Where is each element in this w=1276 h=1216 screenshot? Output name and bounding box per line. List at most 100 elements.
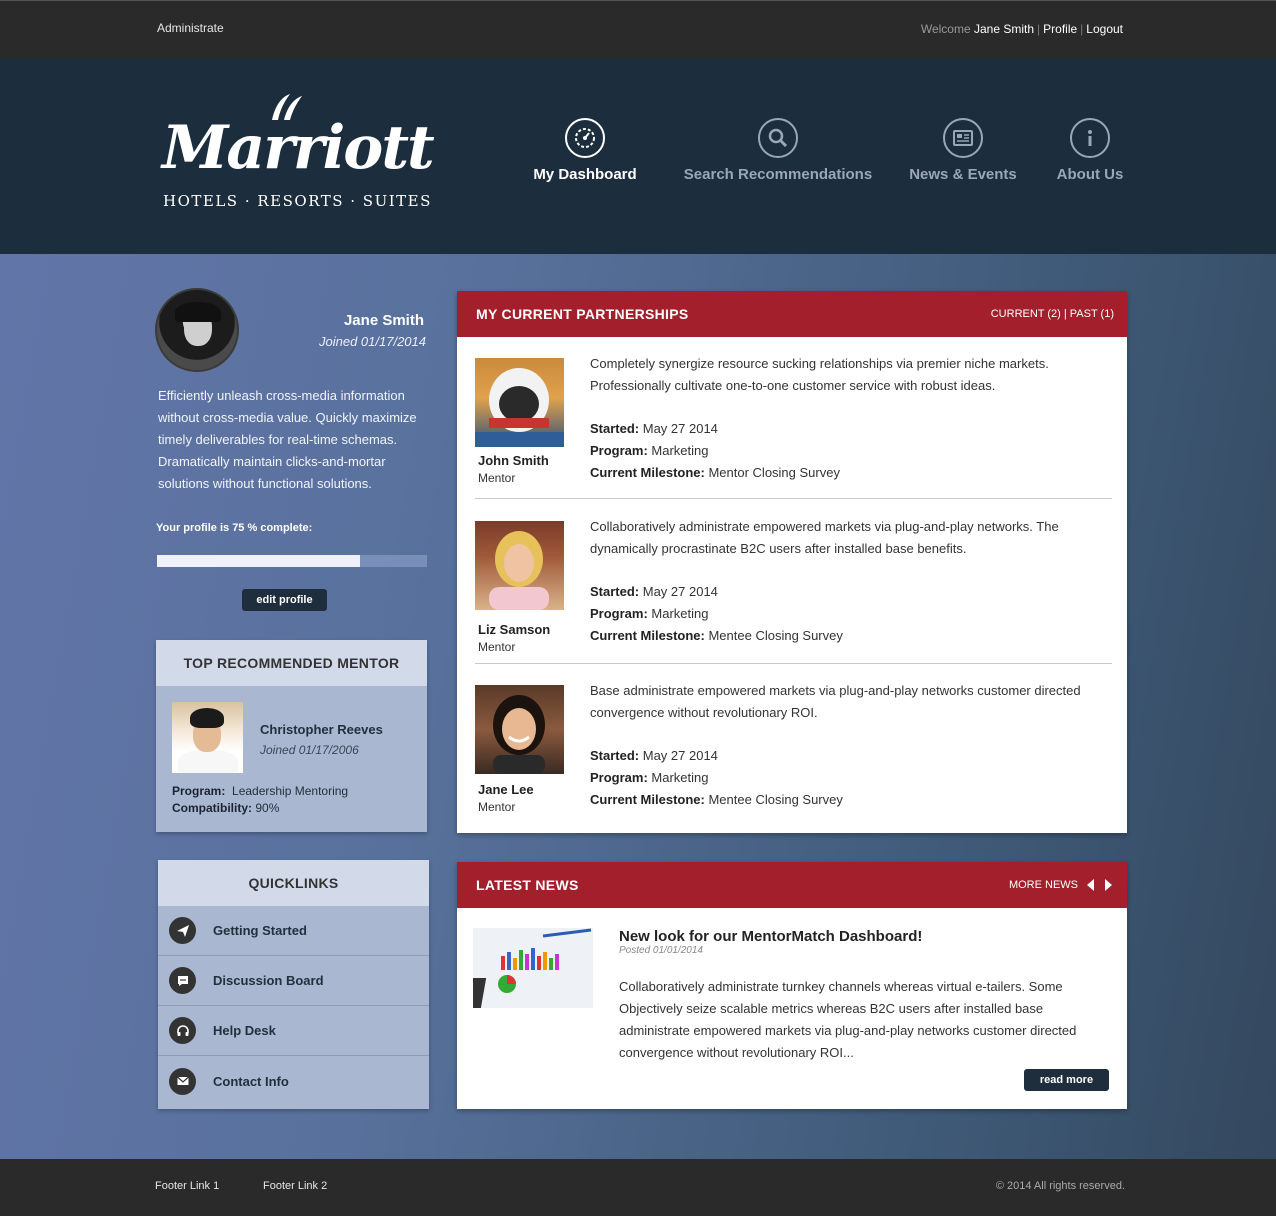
marriott-logo[interactable]: Marriott HOTELS · RESORTS · SUITES bbox=[162, 92, 435, 212]
administrate-link[interactable]: Administrate bbox=[157, 21, 224, 35]
program-value: Marketing bbox=[651, 443, 709, 458]
quicklink-getting-started[interactable]: Getting Started bbox=[158, 906, 429, 956]
mentor-compat-label: Compatibility: bbox=[172, 801, 252, 815]
previous-arrow-icon[interactable] bbox=[1087, 879, 1094, 891]
nav-my-dashboard[interactable]: My Dashboard bbox=[528, 118, 642, 198]
partner-description: Base administrate empowered markets via … bbox=[590, 683, 1081, 720]
partner-program: Program: Marketing bbox=[590, 770, 709, 785]
profile-link[interactable]: Profile bbox=[1043, 22, 1077, 36]
nav-about-us[interactable]: About Us bbox=[1050, 118, 1130, 198]
read-more-button[interactable]: read more bbox=[1024, 1069, 1109, 1091]
headset-icon bbox=[169, 1017, 196, 1044]
partner-name[interactable]: Jane Lee bbox=[478, 782, 534, 797]
search-icon bbox=[758, 118, 798, 158]
divider-line bbox=[475, 498, 1112, 499]
milestone-label: Current Milestone: bbox=[590, 465, 705, 480]
more-news-link[interactable]: MORE NEWS bbox=[1009, 879, 1078, 891]
partnership-row[interactable]: Jane Lee Mentor Base administrate empowe… bbox=[475, 683, 1112, 825]
partner-role: Mentor bbox=[478, 640, 516, 654]
edit-profile-button[interactable]: edit profile bbox=[242, 589, 327, 611]
partner-photo[interactable] bbox=[475, 685, 564, 774]
partnerships-heading: MY CURRENT PARTNERSHIPS bbox=[476, 306, 689, 322]
mentor-name[interactable]: Christopher Reeves bbox=[260, 722, 383, 737]
avatar[interactable] bbox=[155, 288, 239, 372]
account-menu: Welcome Jane Smith | Profile | Logout bbox=[921, 22, 1123, 36]
milestone-value: Mentee Closing Survey bbox=[708, 628, 843, 643]
partner-program: Program: Marketing bbox=[590, 606, 709, 621]
footer-link-2[interactable]: Footer Link 2 bbox=[263, 1180, 327, 1192]
newspaper-icon bbox=[943, 118, 983, 158]
paper-plane-icon bbox=[169, 917, 196, 944]
separator: | bbox=[1037, 22, 1041, 36]
mentor-photo[interactable] bbox=[172, 702, 243, 773]
partner-role: Mentor bbox=[478, 471, 516, 485]
nav-label: About Us bbox=[1056, 166, 1124, 183]
profile-progress-fill bbox=[157, 555, 360, 567]
mentor-program: Program: Leadership Mentoring bbox=[172, 784, 348, 798]
mentor-compatibility: Compatibility: 90% bbox=[172, 801, 279, 815]
quicklink-label: Getting Started bbox=[213, 923, 307, 938]
footer-link-1[interactable]: Footer Link 1 bbox=[155, 1180, 219, 1192]
top-bar: Administrate Welcome Jane Smith | Profile |… bbox=[0, 0, 1276, 58]
next-arrow-icon[interactable] bbox=[1105, 879, 1112, 891]
partner-name[interactable]: John Smith bbox=[478, 453, 549, 468]
started-value: May 27 2014 bbox=[642, 421, 718, 436]
news-title[interactable]: New look for our MentorMatch Dashboard! bbox=[619, 928, 922, 945]
program-label: Program: bbox=[590, 606, 648, 621]
program-value: Marketing bbox=[651, 606, 709, 621]
partner-photo[interactable] bbox=[475, 358, 564, 447]
program-value: Marketing bbox=[651, 770, 709, 785]
profile-joined-date: Joined 01/17/2014 bbox=[319, 334, 426, 349]
nav-search-recommendations[interactable]: Search Recommendations bbox=[680, 118, 876, 198]
partner-started: Started: May 27 2014 bbox=[590, 584, 718, 599]
quicklink-contact-info[interactable]: Contact Info bbox=[158, 1056, 429, 1106]
mentor-joined-date: Joined 01/17/2006 bbox=[260, 743, 359, 757]
site-footer: Footer Link 1 Footer Link 2 © 2014 All r… bbox=[0, 1159, 1276, 1216]
quicklink-label: Contact Info bbox=[213, 1073, 289, 1089]
partnership-row[interactable]: Liz Samson Mentor Collaboratively admini… bbox=[475, 519, 1112, 661]
quicklink-label: Help Desk bbox=[213, 1023, 276, 1038]
quicklinks-panel: QUICKLINKS Getting Started Discussion Bo… bbox=[158, 860, 429, 1109]
nav-label: News & Events bbox=[909, 166, 1017, 183]
mentor-photo-hair bbox=[190, 708, 224, 728]
partner-description: Collaboratively administrate empowered m… bbox=[590, 519, 1059, 556]
quicklink-help-desk[interactable]: Help Desk bbox=[158, 1006, 429, 1056]
nav-news-events[interactable]: News & Events bbox=[905, 118, 1021, 198]
started-value: May 27 2014 bbox=[642, 584, 718, 599]
news-posted-date: Posted 01/01/2014 bbox=[619, 945, 703, 956]
quicklinks-heading: QUICKLINKS bbox=[158, 860, 429, 906]
started-label: Started: bbox=[590, 584, 640, 599]
chart-papers-icon bbox=[473, 928, 593, 1008]
row-divider bbox=[475, 663, 1112, 664]
quicklink-discussion-board[interactable]: Discussion Board bbox=[158, 956, 429, 1006]
top-mentor-panel: TOP RECOMMENDED MENTOR Christopher Reeve… bbox=[156, 640, 427, 832]
site-header: Marriott HOTELS · RESORTS · SUITES My Da… bbox=[0, 58, 1276, 254]
news-heading: LATEST NEWS bbox=[476, 877, 579, 893]
divider-line bbox=[475, 663, 1112, 664]
news-thumbnail[interactable] bbox=[473, 928, 593, 1008]
partnerships-filter[interactable]: CURRENT (2) | PAST (1) bbox=[991, 308, 1114, 320]
row-divider bbox=[475, 498, 1112, 499]
mentor-photo-body bbox=[178, 750, 238, 773]
started-value: May 27 2014 bbox=[642, 748, 718, 763]
quicklink-label: Discussion Board bbox=[213, 973, 324, 988]
partner-name[interactable]: Liz Samson bbox=[478, 622, 550, 637]
nav-label: Search Recommendations bbox=[683, 166, 873, 183]
partnerships-header: MY CURRENT PARTNERSHIPS CURRENT (2) | PA… bbox=[457, 291, 1127, 337]
top-mentor-heading: TOP RECOMMENDED MENTOR bbox=[156, 640, 427, 686]
mentor-program-label: Program: bbox=[172, 784, 226, 798]
nav-label: My Dashboard bbox=[533, 166, 637, 183]
partnership-row[interactable]: John Smith Mentor Completely synergize r… bbox=[475, 356, 1112, 498]
envelope-icon bbox=[169, 1067, 196, 1095]
milestone-label: Current Milestone: bbox=[590, 792, 705, 807]
milestone-value: Mentor Closing Survey bbox=[708, 465, 840, 480]
separator: | bbox=[1080, 22, 1084, 36]
chat-bubble-icon bbox=[169, 967, 196, 994]
welcome-label: Welcome bbox=[920, 22, 971, 36]
partner-photo[interactable] bbox=[475, 521, 564, 610]
partner-milestone: Current Milestone: Mentee Closing Survey bbox=[590, 628, 843, 643]
astronaut-helmet-icon bbox=[475, 368, 564, 447]
news-body: Collaboratively administrate turnkey cha… bbox=[619, 979, 1077, 1060]
program-label: Program: bbox=[590, 443, 648, 458]
logout-link[interactable]: Logout bbox=[1086, 22, 1123, 36]
